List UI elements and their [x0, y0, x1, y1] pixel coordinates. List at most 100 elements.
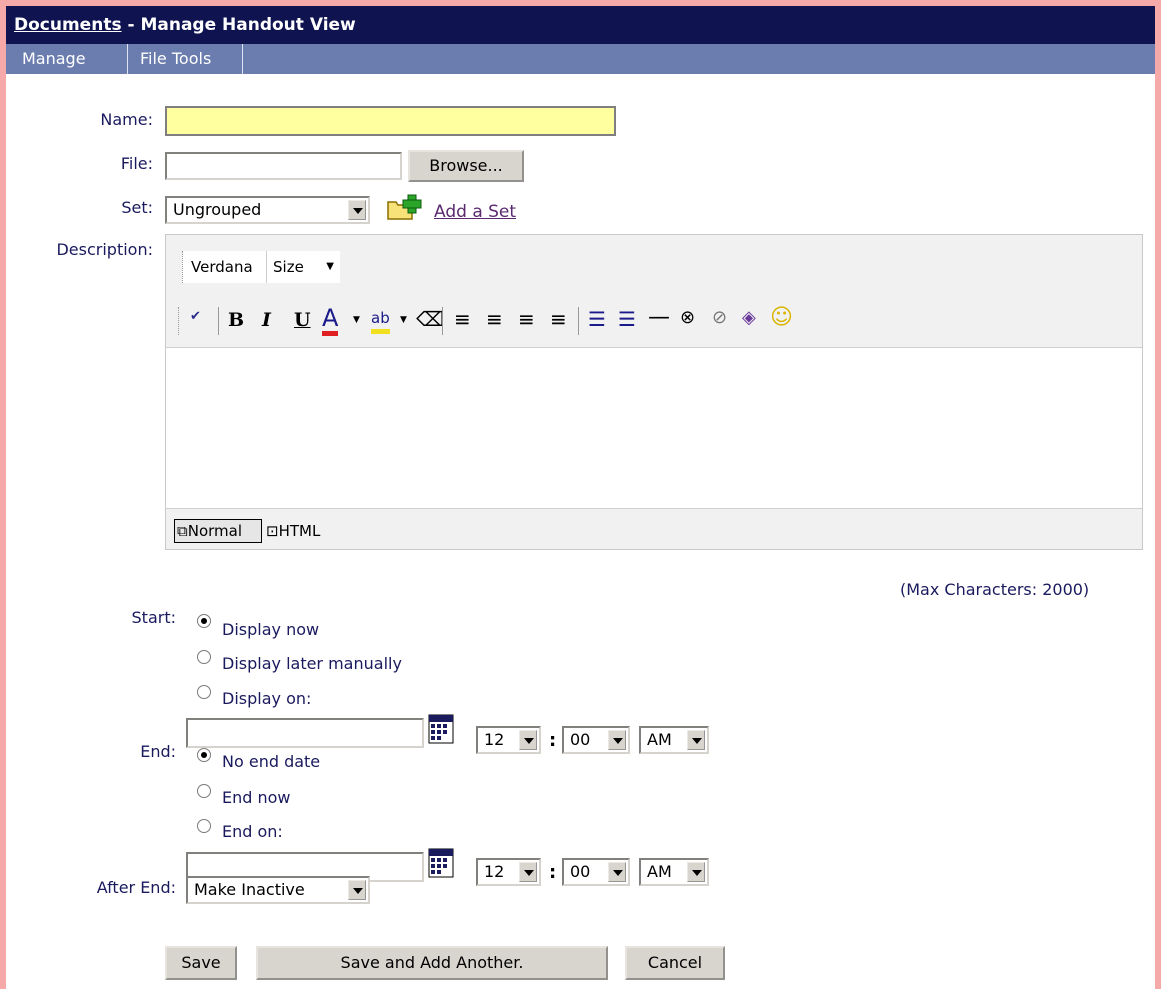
max-characters-note: (Max Characters: 2000) — [900, 580, 1090, 599]
description-editor: Verdana Size ▼ ✔ B I U A ▼ ab ▼ ⌫ ≡ ≡ ≡ … — [165, 234, 1143, 550]
smiley-icon[interactable]: ☺ — [770, 305, 793, 330]
chevron-down-icon — [687, 730, 705, 750]
chevron-down-icon — [348, 200, 366, 220]
highlight-icon[interactable]: ab — [371, 307, 390, 334]
menu-manage[interactable]: Manage — [6, 44, 128, 74]
spellcheck-icon[interactable]: ✔ — [190, 309, 201, 324]
browse-button[interactable]: Browse... — [408, 150, 524, 182]
html-mode-tab[interactable]: ⊡HTML — [266, 519, 320, 543]
html-mode-icon: ⊡ — [266, 522, 279, 540]
numbered-list-icon[interactable]: ☰ — [588, 307, 606, 331]
end-now-label: End now — [222, 788, 291, 807]
horizontal-rule-icon[interactable]: — — [648, 305, 670, 330]
toolbar-divider — [218, 307, 219, 335]
html-mode-label: HTML — [278, 522, 321, 540]
end-no-end-date-label: No end date — [222, 752, 321, 771]
chevron-down-icon — [348, 880, 366, 900]
save-button[interactable]: Save — [165, 946, 237, 980]
end-minute-value: 00 — [570, 862, 591, 881]
align-center-icon[interactable]: ≡ — [486, 307, 503, 331]
time-separator: : — [549, 730, 557, 751]
start-label: Start: — [131, 608, 176, 627]
after-end-label: After End: — [96, 878, 176, 897]
underline-icon[interactable]: U — [294, 309, 311, 331]
end-no-end-date-radio[interactable] — [197, 748, 211, 762]
editor-toolbar: ✔ B I U A ▼ ab ▼ ⌫ ≡ ≡ ≡ ≡ ☰ ☰ — ⊗ ⊘ ◈ ☺ — [166, 297, 1142, 347]
size-select-label: Size — [273, 258, 304, 276]
start-display-later-radio[interactable] — [197, 650, 211, 664]
insert-object-icon[interactable]: ◈ — [742, 307, 756, 328]
calendar-icon[interactable] — [428, 848, 454, 878]
file-label: File: — [120, 154, 153, 173]
start-ampm-value: AM — [647, 730, 672, 749]
normal-mode-tab[interactable]: ⧉Normal — [174, 519, 262, 543]
name-input[interactable] — [165, 106, 616, 136]
add-folder-icon[interactable] — [386, 194, 424, 222]
end-hour-select[interactable]: 12 — [476, 858, 541, 886]
start-hour-value: 12 — [484, 730, 505, 749]
end-minute-select[interactable]: 00 — [562, 858, 630, 886]
start-minute-select[interactable]: 00 — [562, 726, 630, 754]
align-left-icon[interactable]: ≡ — [454, 307, 471, 331]
name-label: Name: — [100, 110, 153, 129]
start-display-on-label: Display on: — [222, 689, 312, 708]
bullet-list-icon[interactable]: ☰ — [618, 307, 636, 331]
start-display-later-label: Display later manually — [222, 654, 402, 673]
set-label: Set: — [121, 198, 153, 217]
end-on-label: End on: — [222, 822, 283, 841]
cancel-button[interactable]: Cancel — [625, 946, 725, 980]
end-ampm-select[interactable]: AM — [639, 858, 709, 886]
align-right-icon[interactable]: ≡ — [518, 307, 535, 331]
normal-mode-icon: ⧉ — [177, 522, 188, 540]
save-and-add-another-button[interactable]: Save and Add Another. — [256, 946, 608, 980]
align-justify-icon[interactable]: ≡ — [550, 307, 567, 331]
toolbar-divider — [442, 307, 443, 335]
description-label: Description: — [56, 240, 153, 259]
page-header: Documents - Manage Handout View — [6, 6, 1155, 44]
end-hour-value: 12 — [484, 862, 505, 881]
calendar-icon[interactable] — [428, 714, 454, 744]
start-date-input[interactable] — [186, 718, 424, 748]
toolbar-divider — [578, 307, 579, 335]
start-display-now-label: Display now — [222, 620, 320, 639]
end-on-radio[interactable] — [197, 819, 211, 833]
page-title: - Manage Handout View — [121, 15, 356, 35]
normal-mode-label: Normal — [187, 522, 242, 540]
after-end-select[interactable]: Make Inactive — [186, 876, 370, 904]
end-ampm-value: AM — [647, 862, 672, 881]
italic-icon[interactable]: I — [262, 309, 271, 331]
link-icon[interactable]: ⊗ — [680, 307, 695, 328]
documents-link[interactable]: Documents — [14, 15, 122, 35]
font-select[interactable]: Verdana — [182, 251, 267, 283]
start-display-now-radio[interactable] — [197, 614, 211, 628]
size-select[interactable]: Size ▼ — [266, 251, 340, 283]
bold-icon[interactable]: B — [228, 309, 244, 331]
chevron-down-icon[interactable]: ▼ — [353, 315, 360, 325]
after-end-value: Make Inactive — [194, 880, 305, 899]
file-input[interactable] — [165, 152, 402, 180]
start-display-on-radio[interactable] — [197, 685, 211, 699]
set-select-value: Ungrouped — [173, 200, 262, 219]
chevron-down-icon — [687, 862, 705, 882]
toolbar-divider — [178, 307, 180, 335]
chevron-down-icon — [608, 862, 626, 882]
time-separator: : — [549, 862, 557, 883]
description-textarea[interactable] — [166, 347, 1142, 509]
chevron-down-icon: ▼ — [326, 261, 334, 272]
unlink-icon[interactable]: ⊘ — [712, 307, 727, 328]
set-select[interactable]: Ungrouped — [165, 196, 370, 224]
chevron-down-icon — [519, 862, 537, 882]
eraser-icon[interactable]: ⌫ — [416, 307, 444, 331]
start-ampm-select[interactable]: AM — [639, 726, 709, 754]
start-hour-select[interactable]: 12 — [476, 726, 541, 754]
end-now-radio[interactable] — [197, 784, 211, 798]
menu-file-tools[interactable]: File Tools — [128, 44, 243, 74]
chevron-down-icon[interactable]: ▼ — [400, 315, 407, 325]
start-minute-value: 00 — [570, 730, 591, 749]
chevron-down-icon — [608, 730, 626, 750]
add-set-link[interactable]: Add a Set — [434, 202, 516, 222]
end-label: End: — [140, 742, 176, 761]
chevron-down-icon — [519, 730, 537, 750]
menu-bar: Manage File Tools — [6, 44, 1155, 74]
font-color-icon[interactable]: A — [322, 305, 339, 336]
